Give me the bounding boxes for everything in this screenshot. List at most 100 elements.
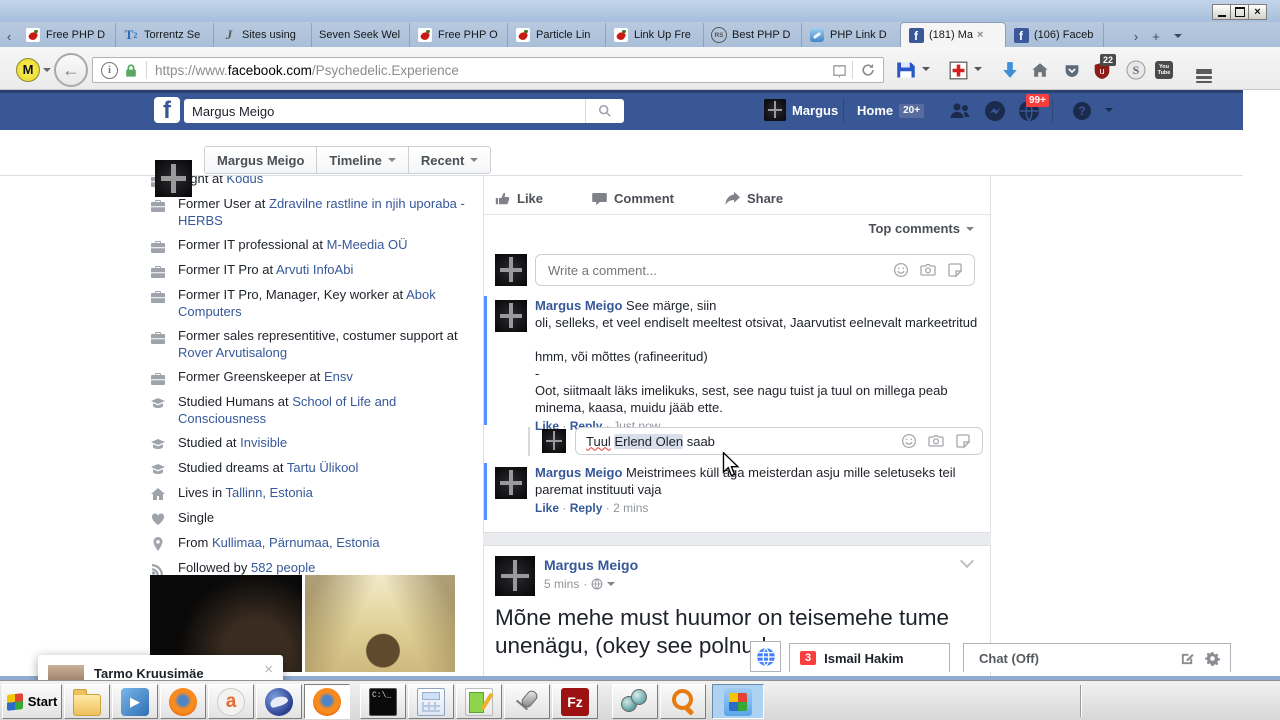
comment-composer[interactable] [535,254,975,286]
browser-tab[interactable]: Particle Lin [508,23,606,47]
medical-addon-icon[interactable] [944,56,972,84]
post-author-link[interactable]: Margus Meigo [544,557,638,573]
url-bar[interactable]: i https://www. facebook.com/Psychedelic.E… [92,57,884,83]
search-taskbar-button[interactable] [660,684,706,719]
comment-like-link[interactable]: Like [535,501,559,515]
facebook-search[interactable] [184,99,624,123]
browser-tab[interactable]: PHP Link D [802,23,900,47]
account-menu-chevron-icon[interactable] [1105,108,1113,112]
page-info-icon[interactable]: i [101,61,118,79]
reply-composer[interactable]: Tuul Erlend Olen saab [575,427,983,455]
comment-sort-selector[interactable]: Top comments [869,221,974,236]
filezilla-taskbar-button[interactable] [552,684,598,719]
about-link[interactable]: Ensv [324,369,353,384]
avatar[interactable] [764,99,786,121]
media-player-taskbar-button[interactable] [112,684,158,719]
comment-author-link[interactable]: Margus Meigo [535,298,622,313]
chevron-down-icon[interactable] [974,67,982,71]
firefox-active-taskbar-button[interactable] [304,684,350,719]
like-button[interactable]: Like [494,190,543,207]
messenger-button[interactable] [984,100,1006,125]
browser-tab[interactable]: T 2 Torrentz Se [116,23,214,47]
seamonkey-taskbar-button[interactable] [256,684,302,719]
avatar[interactable] [495,254,527,286]
active-window-taskbar-button[interactable] [712,684,764,719]
browser-tab[interactable]: f (106) Faceb [1006,23,1104,47]
friend-requests-button[interactable] [948,101,972,124]
about-link[interactable]: Kullimaa, Pärnumaa, Estonia [212,535,380,550]
search-input[interactable] [184,103,585,119]
chat-tab[interactable]: 3 Ismail Hakim [789,643,950,672]
menu-hamburger-icon[interactable] [1190,56,1218,84]
firefox-taskbar-button[interactable] [160,684,206,719]
chat-globe-button[interactable] [750,641,781,672]
browser-tab-active[interactable]: f (181) Ma × [900,22,1006,47]
comment-button[interactable]: Comment [591,190,674,207]
browser-tab[interactable]: Seven Seek Wel [312,23,410,47]
calculator-taskbar-button[interactable] [408,684,454,719]
new-tab-button[interactable]: + [1146,25,1166,47]
back-button[interactable]: ← [54,53,88,87]
minimize-button[interactable] [1212,4,1231,20]
avatar[interactable] [495,556,535,596]
notification-toast[interactable]: × Tarmo Kruusimäe shared a memory. A few… [38,655,283,680]
profile-avatar[interactable] [155,160,192,197]
share-button[interactable]: Share [724,190,783,207]
maximize-button[interactable] [1230,4,1249,20]
emoji-icon[interactable] [901,433,917,449]
pocket-icon[interactable] [1058,56,1086,84]
browser-tab[interactable]: RS Best PHP D [704,23,802,47]
mention-token[interactable]: Erlend Olen [614,433,684,449]
about-link[interactable]: Tallinn, Estonia [225,485,312,500]
avatar[interactable] [542,429,566,453]
camera-icon[interactable] [928,433,944,449]
facebook-logo[interactable]: f [154,97,180,123]
about-link[interactable]: 582 people [251,560,315,575]
browser-tab[interactable]: J Sites using [214,23,312,47]
scroll-tabs-right-button[interactable]: › [1126,25,1146,47]
about-link[interactable]: Rover Arvutisalong [178,345,287,360]
header-profile-link[interactable]: Margus [792,103,838,118]
browser-tab[interactable]: Link Up Fre [606,23,704,47]
chat-bar[interactable]: Chat (Off) [963,643,1231,672]
youtube-icon[interactable]: You Tube [1150,56,1178,84]
about-link[interactable]: Arvuti InfoAbi [276,262,353,277]
help-button[interactable]: ? [1072,101,1092,124]
about-link[interactable]: Tartu Ülikool [287,460,359,475]
sticker-icon[interactable] [955,433,971,449]
explorer-taskbar-button[interactable] [64,684,110,719]
timeline-dropdown[interactable]: Timeline [317,147,409,173]
about-link[interactable]: Invisible [240,435,287,450]
terminal-taskbar-button[interactable] [360,684,406,719]
avatar[interactable] [495,467,527,499]
list-tabs-button[interactable] [1166,25,1186,47]
post-menu-chevron-icon[interactable] [959,553,975,569]
save-page-icon[interactable] [892,56,920,84]
sticker-icon[interactable] [947,262,963,278]
profile-name-button[interactable]: Margus Meigo [205,147,318,173]
notepadpp-taskbar-button[interactable] [456,684,502,719]
header-home-link[interactable]: Home 20+ [857,103,925,118]
chevron-down-icon[interactable] [922,67,930,71]
home-icon[interactable] [1026,56,1054,84]
close-button[interactable]: × [1248,4,1267,20]
m-addon-button[interactable]: M [16,57,52,82]
tab-close-icon[interactable]: × [977,29,983,41]
browser-tab[interactable]: Free PHP D [18,23,116,47]
s-addon-icon[interactable]: S [1122,56,1150,84]
about-link[interactable]: M-Meedia OÜ [327,237,408,252]
comment-input[interactable] [536,262,893,278]
download-helper-icon[interactable] [996,56,1024,84]
recent-dropdown[interactable]: Recent [409,147,490,173]
browser-tab[interactable]: Free PHP O [410,23,508,47]
comment-reply-link[interactable]: Reply [570,501,603,515]
avatar[interactable] [495,300,527,332]
lock-icon[interactable] [124,63,138,78]
window-titlebar[interactable]: × [0,0,1280,22]
scroll-tabs-left-button[interactable]: ‹ [0,25,18,47]
compose-icon[interactable] [1180,651,1195,666]
chevron-down-icon[interactable] [607,582,616,586]
webcam-taskbar-button[interactable] [612,684,658,719]
search-button[interactable] [585,99,624,123]
reader-mode-icon[interactable] [826,63,852,78]
